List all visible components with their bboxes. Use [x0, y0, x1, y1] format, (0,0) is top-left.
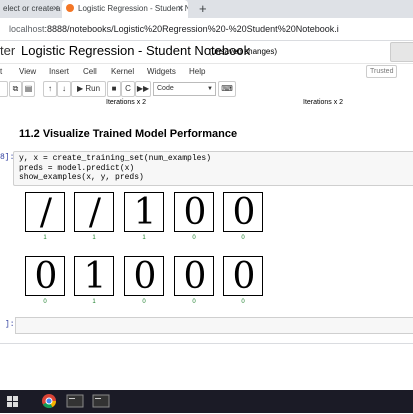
- menu-file[interactable]: t: [0, 63, 2, 80]
- prediction-label: 1: [92, 235, 96, 241]
- digit-image: /: [74, 192, 114, 232]
- downloads-area: [0, 343, 413, 391]
- tab-active[interactable]: Logistic Regression - Student N ✕: [62, 0, 188, 18]
- jupyter-favicon-icon: [66, 4, 74, 12]
- cell-type-value: Code: [157, 85, 174, 92]
- cell-type-select[interactable]: Code ▼: [153, 82, 216, 96]
- prediction-label: 1: [142, 235, 146, 241]
- new-tab-icon[interactable]: +: [199, 0, 207, 18]
- copy-icon[interactable]: ⧉: [9, 81, 22, 97]
- digit-image: 0: [174, 192, 214, 232]
- axis-label: Iterations x 2: [303, 99, 344, 106]
- restart-icon[interactable]: C: [121, 81, 135, 97]
- empty-cell-prompt: ]:: [5, 320, 15, 329]
- close-icon[interactable]: ✕: [52, 0, 59, 18]
- digit-image: 0: [223, 256, 263, 296]
- url-field[interactable]: localhost:8888/notebooks/Logistic%20Regr…: [9, 20, 339, 38]
- chrome-icon[interactable]: [40, 393, 58, 409]
- prediction-label: 0: [241, 235, 245, 241]
- menu-kernel[interactable]: Kernel: [111, 63, 134, 80]
- close-icon[interactable]: ✕: [177, 0, 184, 18]
- digit-glyph: 0: [133, 256, 157, 296]
- logout-button[interactable]: [390, 42, 413, 62]
- digit-image: /: [25, 192, 65, 232]
- prediction-label: 0: [142, 299, 146, 305]
- prediction-label: 0: [43, 299, 47, 305]
- prediction-label: 0: [192, 299, 196, 305]
- menu-help[interactable]: Help: [189, 63, 205, 80]
- digit-image: 0: [223, 192, 263, 232]
- digit-image: 1: [124, 192, 164, 232]
- interrupt-icon[interactable]: ■: [107, 81, 121, 97]
- digit-glyph: 0: [232, 192, 256, 232]
- move-down-icon[interactable]: ↓: [57, 81, 71, 97]
- terminal-icon[interactable]: [92, 393, 110, 409]
- terminal-icon[interactable]: [66, 393, 84, 409]
- chevron-down-icon: ▼: [207, 86, 213, 92]
- digit-glyph: 1: [133, 192, 157, 232]
- restart-run-all-icon[interactable]: ▶▶: [135, 81, 151, 97]
- tab-inactive[interactable]: elect or create a n ✕: [0, 0, 63, 18]
- tab-label: Logistic Regression - Student N: [78, 4, 188, 13]
- paste-icon[interactable]: ▤: [22, 81, 35, 97]
- jupyter-logo[interactable]: ter: [0, 42, 15, 60]
- url-host: localhost: [9, 24, 45, 34]
- command-palette-icon[interactable]: ⌨: [218, 81, 236, 97]
- digit-image: 0: [124, 256, 164, 296]
- menu-widgets[interactable]: Widgets: [147, 63, 176, 80]
- digit-glyph: 1: [83, 256, 107, 296]
- prediction-label: 1: [92, 299, 96, 305]
- code-line: show_examples(x, y, preds): [19, 173, 144, 182]
- menu-insert[interactable]: Insert: [49, 63, 69, 80]
- move-up-icon[interactable]: ↑: [43, 81, 57, 97]
- code-line: preds = model.predict(x): [19, 164, 135, 173]
- digit-glyph: 0: [183, 192, 207, 232]
- digit-image: 1: [74, 256, 114, 296]
- digit-image: 0: [174, 256, 214, 296]
- section-heading: 11.2 Visualize Trained Model Performance: [19, 128, 238, 140]
- windows-icon[interactable]: [4, 393, 22, 409]
- menu-cell[interactable]: Cell: [83, 63, 97, 80]
- run-label: Run: [85, 84, 101, 93]
- prediction-label: 0: [241, 299, 245, 305]
- empty-code-cell[interactable]: [15, 317, 413, 334]
- digit-image: 0: [25, 256, 65, 296]
- menu-view[interactable]: View: [19, 63, 36, 80]
- prediction-label: 0: [192, 235, 196, 241]
- save-button[interactable]: [0, 81, 8, 97]
- run-button[interactable]: ▶ Run: [71, 81, 106, 97]
- url-path: :8888/notebooks/Logistic%20Regression%20…: [44, 24, 339, 34]
- digit-glyph: 0: [232, 256, 256, 296]
- save-status: (unsaved changes): [209, 47, 278, 56]
- digit-glyph: 0: [183, 256, 207, 296]
- digit-glyph: /: [88, 192, 102, 232]
- axis-label: Iterations x 2: [106, 99, 147, 106]
- digit-glyph: /: [39, 192, 53, 232]
- prediction-label: 1: [43, 235, 47, 241]
- run-icon: ▶: [76, 84, 84, 93]
- trusted-badge[interactable]: Trusted: [366, 65, 398, 78]
- digit-glyph: 0: [34, 256, 58, 296]
- code-line: y, x = create_training_set(num_examples): [19, 154, 212, 163]
- taskbar: [0, 390, 413, 413]
